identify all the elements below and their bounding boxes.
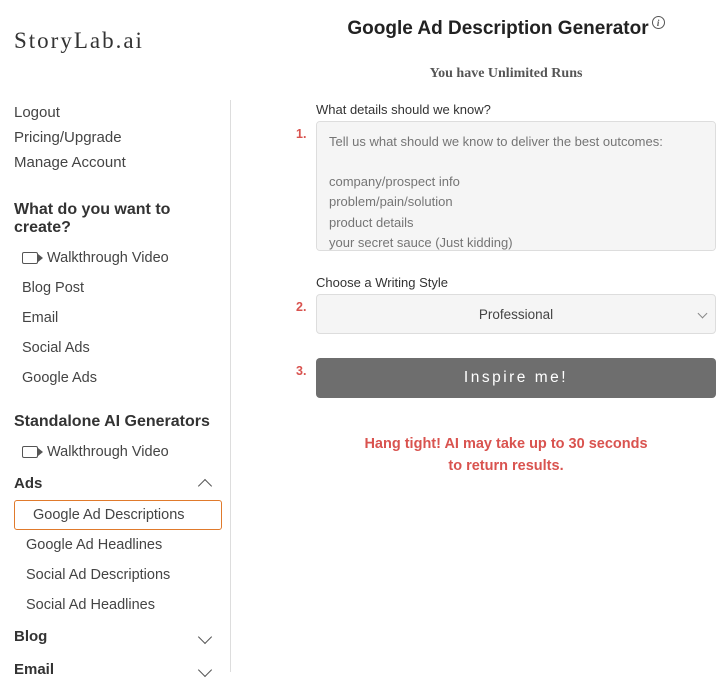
sub-item-google-ad-headlines[interactable]: Google Ad Headlines — [6, 530, 224, 560]
sub-item-social-ad-descriptions[interactable]: Social Ad Descriptions — [6, 560, 224, 590]
walkthrough-video-standalone[interactable]: Walkthrough Video — [6, 437, 224, 467]
blog-group-label: Blog — [14, 628, 47, 645]
brand-logo: StoryLab.ai — [14, 28, 144, 54]
video-icon — [22, 446, 38, 458]
sidebar: Logout Pricing/Upgrade Manage Account Wh… — [6, 100, 231, 672]
writing-style-select[interactable]: Professional — [316, 294, 716, 334]
logout-link[interactable]: Logout — [14, 100, 216, 125]
walkthrough-label: Walkthrough Video — [47, 250, 169, 266]
generator-form: What details should we know? 1. Choose a… — [296, 102, 716, 398]
details-label: What details should we know? — [296, 102, 716, 117]
email-group-label: Email — [14, 661, 54, 678]
sidebar-item-blog-post[interactable]: Blog Post — [6, 273, 224, 303]
manage-account-link[interactable]: Manage Account — [14, 150, 216, 175]
chevron-down-icon — [198, 629, 212, 643]
main-panel: Google Ad Description Generator i You ha… — [296, 18, 716, 478]
ads-group-label: Ads — [14, 475, 42, 492]
step-1-num: 1. — [296, 121, 316, 141]
walkthrough-video-create[interactable]: Walkthrough Video — [6, 243, 224, 273]
sidebar-item-social-ads[interactable]: Social Ads — [6, 333, 224, 363]
standalone-heading: Standalone AI Generators — [6, 405, 224, 437]
wait-line-2: to return results. — [296, 456, 716, 478]
sub-item-google-ad-descriptions[interactable]: Google Ad Descriptions — [14, 500, 222, 530]
chevron-down-icon — [198, 662, 212, 676]
page-title-row: Google Ad Description Generator i — [296, 18, 716, 40]
page-title: Google Ad Description Generator — [347, 18, 648, 40]
step-3-num: 3. — [296, 358, 316, 378]
info-icon[interactable]: i — [652, 16, 665, 29]
details-input[interactable] — [316, 121, 716, 251]
pricing-link[interactable]: Pricing/Upgrade — [14, 125, 216, 150]
sub-item-social-ad-headlines[interactable]: Social Ad Headlines — [6, 590, 224, 620]
ads-group-toggle[interactable]: Ads — [6, 467, 224, 500]
sidebar-item-email[interactable]: Email — [6, 303, 224, 333]
chevron-up-icon — [198, 478, 212, 492]
style-label: Choose a Writing Style — [296, 275, 716, 290]
email-group-toggle[interactable]: Email — [6, 653, 224, 686]
video-icon — [22, 252, 38, 264]
waiting-message: Hang tight! AI may take up to 30 seconds… — [296, 434, 716, 478]
step-2-num: 2. — [296, 294, 316, 314]
inspire-me-button[interactable]: Inspire me! — [316, 358, 716, 398]
create-heading: What do you want to create? — [6, 193, 224, 243]
blog-group-toggle[interactable]: Blog — [6, 620, 224, 653]
wait-line-1: Hang tight! AI may take up to 30 seconds — [296, 434, 716, 456]
runs-remaining: You have Unlimited Runs — [296, 66, 716, 82]
walkthrough-label: Walkthrough Video — [47, 444, 169, 460]
sidebar-item-google-ads[interactable]: Google Ads — [6, 363, 224, 393]
account-links: Logout Pricing/Upgrade Manage Account — [6, 100, 224, 193]
